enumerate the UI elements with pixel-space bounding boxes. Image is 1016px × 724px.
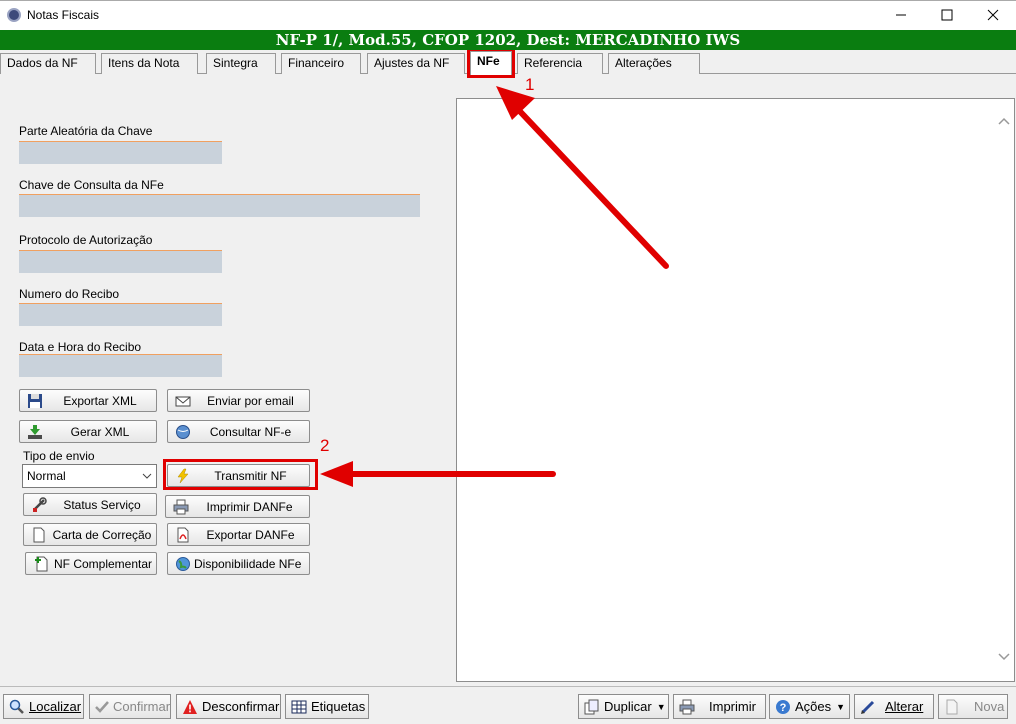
exportar-danfe-button[interactable]: Exportar DANFe: [167, 523, 310, 546]
printer-icon: [172, 499, 190, 515]
confirmar-button[interactable]: Confirmar: [89, 694, 171, 719]
tab-dados-da-nf[interactable]: Dados da NF: [0, 53, 96, 74]
nfe-xml-viewer[interactable]: [456, 98, 1015, 682]
chevron-down-icon: [142, 468, 152, 491]
desconfirmar-button[interactable]: Desconfirmar: [176, 694, 281, 719]
imprimir-danfe-button[interactable]: Imprimir DANFe: [165, 495, 310, 518]
duplicar-button[interactable]: Duplicar ▼: [578, 694, 669, 719]
acoes-button[interactable]: ? Ações ▼: [769, 694, 850, 719]
tab-sintegra[interactable]: Sintegra: [206, 53, 276, 74]
minimize-icon: [896, 14, 906, 16]
enviar-email-button[interactable]: Enviar por email: [167, 389, 310, 412]
tab-nfe[interactable]: NFe: [470, 51, 512, 75]
tab-itens-da-nota[interactable]: Itens da Nota: [101, 53, 198, 74]
tipo-envio-select[interactable]: Normal: [22, 464, 157, 488]
data-hora-recibo-label: Data e Hora do Recibo: [19, 340, 142, 354]
dropdown-caret-icon: ▼: [656, 701, 666, 712]
search-icon: [8, 698, 26, 716]
email-icon: [174, 393, 192, 409]
chave-consulta-label: Chave de Consulta da NFe: [19, 178, 164, 192]
numero-recibo-field[interactable]: [19, 304, 222, 326]
annotation-step-2: 2: [320, 436, 330, 455]
protocolo-label: Protocolo de Autorização: [19, 233, 153, 247]
data-hora-recibo-field[interactable]: [19, 355, 222, 377]
tab-alteracoes[interactable]: Alterações: [608, 53, 700, 74]
tipo-envio-label: Tipo de envio: [23, 449, 95, 463]
nf-complementar-button[interactable]: NF Complementar: [25, 552, 157, 575]
carta-correcao-button[interactable]: Carta de Correção: [23, 523, 157, 546]
protocolo-field[interactable]: [19, 251, 222, 273]
scroll-up-icon[interactable]: [998, 115, 1010, 129]
imprimir-button[interactable]: Imprimir: [673, 694, 766, 719]
disponibilidade-nfe-button[interactable]: Disponibilidade NFe: [167, 552, 310, 575]
minimize-button[interactable]: [878, 1, 924, 29]
document-icon: [30, 527, 48, 543]
tab-financeiro[interactable]: Financeiro: [281, 53, 361, 74]
status-servico-button[interactable]: Status Serviço: [23, 493, 157, 516]
help-icon: ?: [774, 698, 792, 716]
gerar-xml-button[interactable]: Gerar XML: [19, 420, 157, 443]
footer-toolbar: Localizar Confirmar Desconfirmar Etiquet…: [0, 686, 1016, 724]
document-plus-icon: [32, 556, 50, 572]
annotation-step-1: 1: [525, 75, 535, 94]
tab-referencia[interactable]: Referencia: [517, 53, 603, 74]
app-icon: [7, 8, 21, 22]
globe-icon: [174, 556, 192, 572]
svg-text:?: ?: [780, 702, 787, 714]
exportar-xml-button[interactable]: Exportar XML: [19, 389, 157, 412]
close-icon: [987, 9, 999, 21]
label-grid-icon: [290, 698, 308, 716]
pencil-icon: [859, 698, 877, 716]
nova-button[interactable]: Nova: [938, 694, 1008, 719]
window-title: Notas Fiscais: [27, 8, 100, 22]
consultar-nfe-button[interactable]: Consultar NF-e: [167, 420, 310, 443]
tab-strip: Dados da NF Itens da Nota Sintegra Finan…: [0, 50, 1016, 75]
etiquetas-button[interactable]: Etiquetas: [285, 694, 369, 719]
scroll-down-icon[interactable]: [998, 651, 1010, 665]
tools-icon: [30, 496, 48, 513]
parte-aleatoria-field[interactable]: [19, 142, 222, 164]
download-icon: [26, 424, 44, 440]
globe-search-icon: [174, 424, 192, 440]
printer-icon: [678, 698, 696, 716]
localizar-button[interactable]: Localizar: [3, 694, 84, 719]
maximize-button[interactable]: [924, 1, 970, 29]
numero-recibo-label: Numero do Recibo: [19, 287, 120, 301]
pdf-icon: [174, 527, 192, 543]
nf-header-banner: NF-P 1/, Mod.55, CFOP 1202, Dest: MERCAD…: [0, 30, 1016, 50]
parte-aleatoria-label: Parte Aleatória da Chave: [19, 124, 153, 138]
checkmark-icon: [94, 698, 110, 716]
new-document-icon: [943, 698, 961, 716]
chave-consulta-field[interactable]: [19, 195, 420, 217]
annotation-highlight-transmitir: [163, 459, 318, 490]
warning-icon: [181, 698, 199, 716]
dropdown-caret-icon: ▼: [836, 701, 846, 712]
alterar-button[interactable]: Alterar: [854, 694, 934, 719]
tab-ajustes-da-nf[interactable]: Ajustes da NF: [367, 53, 465, 74]
maximize-icon: [941, 9, 953, 21]
close-button[interactable]: [970, 1, 1016, 29]
window-titlebar: Notas Fiscais: [0, 0, 1016, 30]
duplicate-icon: [583, 698, 601, 716]
floppy-disk-icon: [26, 393, 44, 409]
